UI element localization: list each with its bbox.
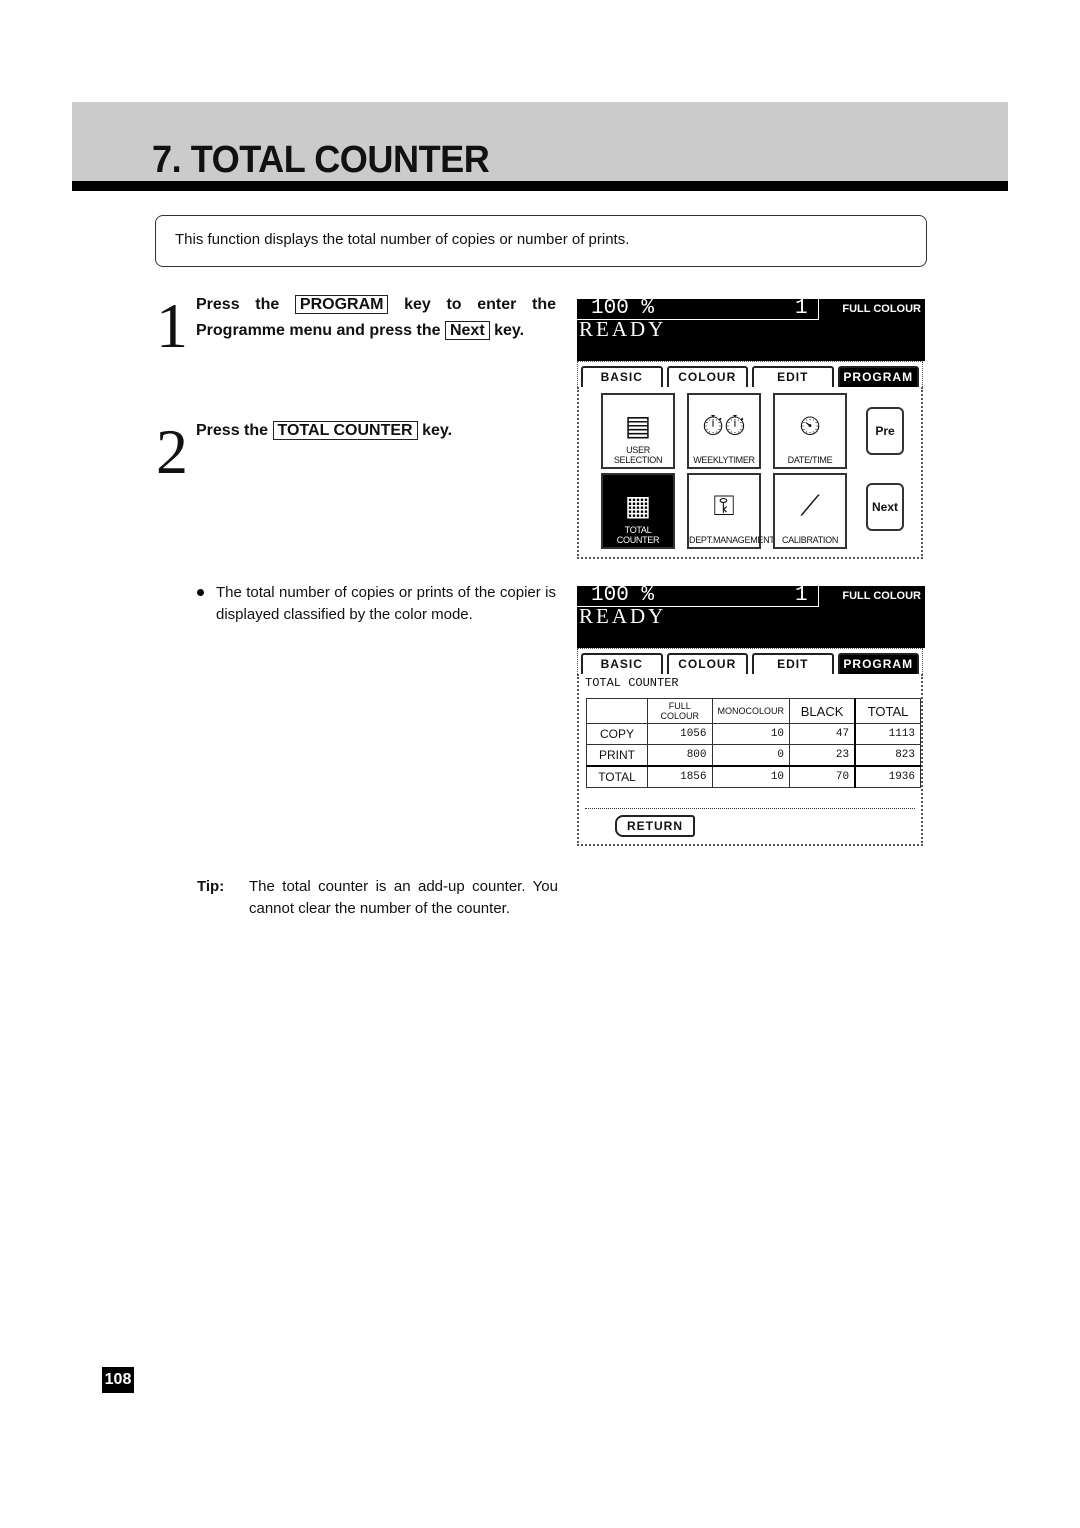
step-1-text: Press the PROGRAM key to enter the Progr… — [196, 292, 556, 344]
separator — [585, 808, 915, 809]
header-full-colour: FULL COLOUR — [646, 698, 713, 724]
table-row-print: PRINT 800 0 23 823 — [586, 744, 922, 767]
tab-bar: BASIC COLOUR EDIT PROGRAM — [577, 361, 923, 390]
total-counter-keycap: TOTAL COUNTER — [272, 421, 418, 440]
step-1-text-c: key. — [494, 322, 525, 339]
page-number: 108 — [102, 1367, 134, 1393]
cell-value: 823 — [854, 744, 922, 767]
calibration-button[interactable]: ⟋ CALIBRATION — [773, 473, 847, 549]
tile-label: WEEKLYTIMER — [693, 455, 755, 465]
cell-value: 1056 — [646, 723, 713, 745]
cell-value: 0 — [711, 744, 791, 767]
counter-table-icon: ▦ — [624, 490, 652, 521]
tab-bar: BASIC COLOUR EDIT PROGRAM — [577, 648, 923, 677]
note-text: The total number of copies or prints of … — [216, 584, 556, 623]
cell-value: 70 — [789, 765, 856, 788]
key-icon: ⚿ — [713, 490, 735, 521]
total-counter-area: TOTAL COUNTER FULL COLOUR MONOCOLOUR BLA… — [577, 674, 923, 846]
next-keycap: Next — [444, 321, 490, 340]
copier-screen-total-counter: 100 % 1 FULL COLOUR READY BASIC COLOUR E… — [577, 584, 925, 846]
program-menu-area: ▤ USER SELECTION ⏱⏱ WEEKLYTIMER ⏲ DATE/T… — [577, 387, 923, 559]
cell-value: 23 — [789, 744, 856, 767]
header-black: BLACK — [789, 698, 856, 724]
tip-text: The total counter is an add-up counter. … — [249, 878, 558, 917]
header-empty — [586, 698, 648, 724]
row-label: PRINT — [586, 744, 648, 767]
header-total: TOTAL — [854, 698, 922, 724]
weekly-timer-icon: ⏱⏱ — [702, 410, 746, 441]
step-2-text-a: Press the — [196, 422, 269, 439]
cell-value: 800 — [646, 744, 713, 767]
counter-table: FULL COLOUR MONOCOLOUR BLACK TOTAL COPY … — [586, 698, 922, 788]
user-selection-button[interactable]: ▤ USER SELECTION — [601, 393, 675, 469]
table-row-copy: COPY 1056 10 47 1113 — [586, 723, 922, 745]
page-title: 7. TOTAL COUNTER — [152, 139, 490, 181]
colour-mode: FULL COLOUR — [842, 590, 921, 602]
header-monocolour: MONOCOLOUR — [711, 698, 791, 724]
cell-value: 10 — [711, 765, 791, 788]
step-2-text: Press the TOTAL COUNTER key. — [196, 418, 452, 444]
tile-label: USER SELECTION — [613, 445, 663, 465]
tile-label: TOTAL COUNTER — [616, 525, 660, 545]
user-selection-icon: ▤ — [624, 410, 652, 441]
step-2-text-b: key. — [422, 422, 453, 439]
pre-button[interactable]: Pre — [866, 407, 904, 455]
step-1-number: 1 — [156, 290, 188, 361]
total-counter-button[interactable]: ▦ TOTAL COUNTER — [601, 473, 675, 549]
tip-label: Tip: — [197, 878, 225, 895]
ready-status: READY — [579, 317, 667, 341]
cell-value: 47 — [789, 723, 856, 745]
status-bar: 100 % 1 FULL COLOUR READY — [577, 297, 925, 361]
ready-status: READY — [579, 604, 667, 628]
colour-mode: FULL COLOUR — [842, 303, 921, 315]
total-counter-heading: TOTAL COUNTER — [585, 676, 679, 690]
step-1-text-a: Press the — [196, 296, 280, 313]
program-keycap: PROGRAM — [294, 295, 389, 314]
copier-screen-program-menu: 100 % 1 FULL COLOUR READY BASIC COLOUR E… — [577, 297, 925, 559]
cell-value: 1856 — [646, 765, 713, 788]
bullet-icon — [197, 589, 204, 596]
return-button[interactable]: RETURN — [615, 815, 695, 837]
copy-count: 1 — [795, 584, 808, 607]
next-button[interactable]: Next — [866, 483, 904, 531]
cell-value: 1936 — [854, 765, 922, 788]
cell-value: 1113 — [854, 723, 922, 745]
table-row-total: TOTAL 1856 10 70 1936 — [586, 765, 922, 788]
intro-text: This function displays the total number … — [175, 231, 630, 248]
dept-management-button[interactable]: ⚿ DEPT.MANAGEMENT — [687, 473, 775, 549]
row-label: TOTAL — [586, 765, 648, 788]
status-bar: 100 % 1 FULL COLOUR READY — [577, 584, 925, 648]
tile-label: DATE/TIME — [787, 455, 833, 465]
date-time-button[interactable]: ⏲ DATE/TIME — [773, 393, 847, 469]
step-2-number: 2 — [156, 416, 188, 487]
intro-box: This function displays the total number … — [155, 215, 927, 267]
row-label: COPY — [586, 723, 648, 745]
cell-value: 10 — [711, 723, 791, 745]
copy-count: 1 — [795, 297, 808, 320]
weekly-timer-button[interactable]: ⏱⏱ WEEKLYTIMER — [687, 393, 761, 469]
tile-label: CALIBRATION — [781, 535, 839, 545]
tile-label: DEPT.MANAGEMENT — [689, 535, 775, 545]
table-header-row: FULL COLOUR MONOCOLOUR BLACK TOTAL — [586, 698, 922, 724]
calibration-graph-icon: ⟋ — [800, 490, 820, 521]
stopwatch-icon: ⏲ — [799, 410, 821, 441]
